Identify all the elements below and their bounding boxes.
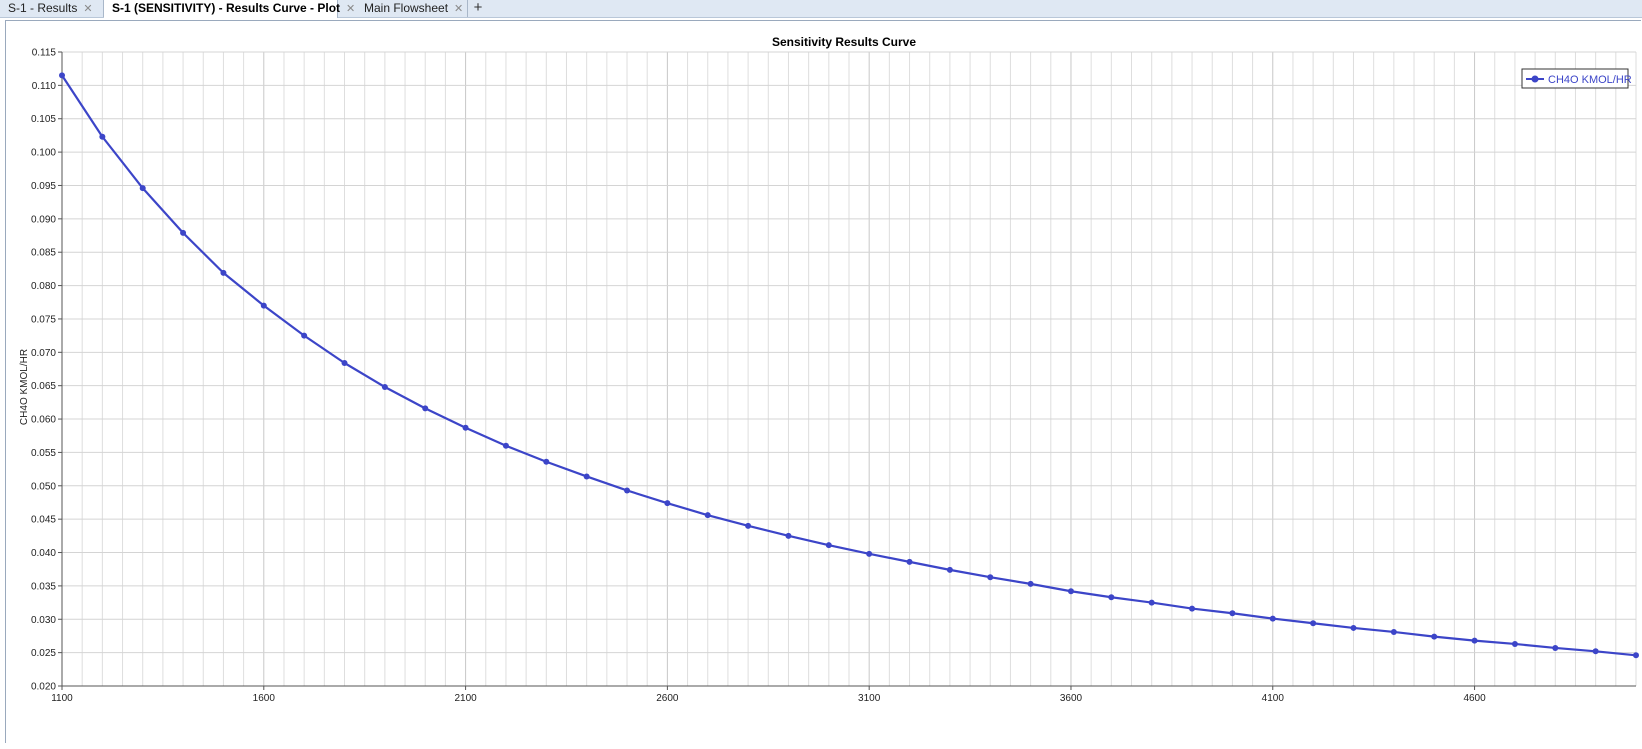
y-tick-label: 0.100 [31, 148, 56, 159]
data-point [543, 458, 550, 465]
data-point [1027, 580, 1034, 587]
data-point [422, 405, 429, 412]
x-tick-label: 2600 [656, 693, 679, 704]
data-point [59, 72, 65, 79]
y-tick-label: 0.060 [31, 415, 56, 426]
y-tick-label: 0.090 [31, 214, 56, 225]
data-point [1350, 624, 1357, 631]
chart-title: Sensitivity Results Curve [772, 35, 916, 49]
data-point [785, 532, 792, 539]
y-tick-label: 0.055 [31, 448, 56, 459]
data-point [1067, 588, 1074, 595]
y-axis-label: CH4O KMOL/HR [19, 349, 30, 425]
y-tick-label: 0.065 [31, 381, 56, 392]
chart-axes: 0.020 0.025 0.030 0.035 0.040 0.045 0.050 0.055… [31, 48, 1636, 704]
data-point [825, 542, 832, 549]
x-tick-label: 1100 [51, 693, 73, 704]
x-tick-label: 3100 [858, 693, 881, 704]
data-point [1633, 652, 1639, 659]
chart-legend[interactable]: CH4O KMOL/HR [1521, 68, 1632, 89]
y-tick-label: 0.115 [32, 48, 57, 59]
plot-panel: 0.020 0.025 0.030 0.035 0.040 0.045 0.050 0.055… [5, 20, 1641, 743]
y-tick-label: 0.070 [31, 348, 56, 359]
data-point [1390, 628, 1397, 635]
legend-label: CH4O KMOL/HR [1548, 74, 1632, 86]
x-tick-label: 1600 [253, 693, 276, 704]
y-tick-label: 0.040 [31, 548, 56, 559]
data-point [1471, 637, 1478, 644]
data-point [341, 359, 348, 366]
x-tick-label: 2100 [454, 693, 477, 704]
x-tick-label: 3600 [1060, 693, 1083, 704]
y-tick-label: 0.035 [31, 581, 56, 592]
data-point [301, 332, 308, 339]
y-tick-label: 0.020 [31, 682, 56, 693]
y-tick-label: 0.075 [31, 314, 56, 325]
data-point [583, 473, 590, 480]
data-point [260, 302, 267, 309]
data-point [1108, 594, 1115, 601]
sensitivity-chart[interactable]: 0.020 0.025 0.030 0.035 0.040 0.045 0.050 0.055… [6, 21, 1642, 744]
legend-marker-icon [1531, 75, 1539, 83]
data-point [664, 500, 671, 507]
data-point [381, 384, 388, 391]
data-point [220, 269, 227, 276]
data-point [1269, 615, 1276, 622]
add-tab-button[interactable]: + [470, 0, 486, 17]
y-tick-label: 0.110 [32, 81, 57, 92]
tab-label: S-1 (SENSITIVITY) - Results Curve - Plot [112, 1, 341, 15]
data-point [704, 512, 711, 519]
data-point [1229, 610, 1236, 617]
chart-grid [61, 51, 1637, 687]
data-point [745, 522, 752, 529]
y-tick-label: 0.095 [31, 181, 56, 192]
y-tick-label: 0.045 [31, 515, 56, 526]
close-icon[interactable]: ✕ [346, 1, 355, 18]
data-point [1552, 644, 1559, 651]
tab-bar: S-1 - Results ✕ S-1 (SENSITIVITY) - Resul… [0, 0, 1642, 18]
data-point [1148, 599, 1155, 606]
y-tick-label: 0.050 [31, 481, 56, 492]
data-point [987, 574, 994, 581]
data-point [502, 442, 509, 449]
data-point [139, 185, 146, 192]
tab-s1-results[interactable]: S-1 - Results ✕ [0, 0, 104, 17]
tab-label: Main Flowsheet [364, 1, 449, 15]
tab-label: S-1 - Results [8, 1, 78, 15]
data-point [1592, 648, 1599, 655]
close-icon[interactable]: ✕ [83, 1, 92, 18]
y-tick-label: 0.080 [31, 281, 56, 292]
y-tick-label: 0.030 [31, 615, 56, 626]
data-point [180, 229, 187, 236]
y-tick-label: 0.085 [31, 248, 56, 259]
y-tick-label: 0.105 [31, 114, 56, 125]
data-point [1189, 605, 1196, 612]
data-point [1431, 633, 1438, 640]
tab-main-flowsheet[interactable]: Main Flowsheet ✕ [356, 0, 468, 17]
x-tick-label: 4100 [1262, 693, 1285, 704]
data-point [624, 487, 631, 494]
y-tick-label: 0.025 [31, 648, 56, 659]
tab-results-curve-plot[interactable]: S-1 (SENSITIVITY) - Results Curve - Plot… [104, 0, 355, 18]
data-point [1511, 640, 1518, 647]
data-point [1310, 620, 1317, 627]
x-tick-label: 4600 [1463, 693, 1486, 704]
close-icon[interactable]: ✕ [454, 1, 463, 18]
data-point [462, 424, 469, 431]
data-point [99, 133, 106, 140]
data-point [866, 550, 873, 557]
data-point [946, 566, 953, 573]
data-point [906, 558, 913, 565]
